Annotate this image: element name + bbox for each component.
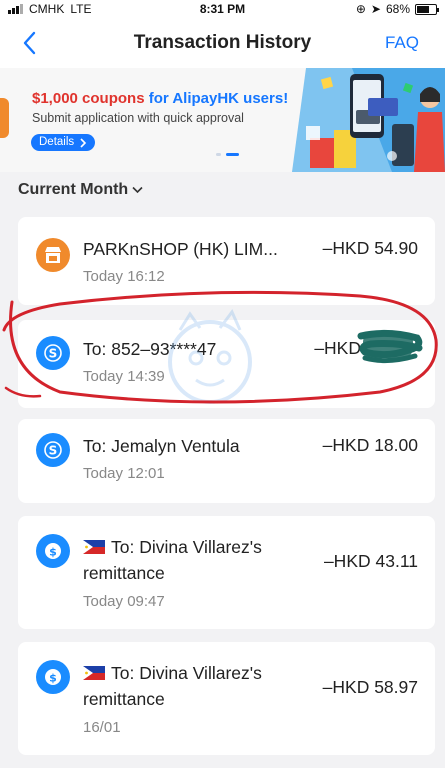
battery-percent: 68%: [385, 2, 410, 16]
svg-text:$: $: [49, 546, 57, 559]
banner-details-label: Details: [39, 136, 75, 148]
transfer-icon: S: [36, 336, 70, 370]
transaction-time: Today 14:39: [83, 368, 165, 385]
transaction-name-line1: To: Divina Villarez's: [111, 663, 262, 683]
remittance-icon: $: [36, 534, 70, 568]
svg-text:$: $: [49, 672, 57, 685]
redaction-scribble: [357, 329, 423, 364]
transaction-amount: –HKD 58.97: [322, 677, 418, 697]
transaction-amount: –HKD: [314, 338, 361, 358]
transaction-amount: –HKD 54.90: [322, 238, 418, 258]
transaction-amount: –HKD 43.11: [323, 551, 418, 571]
status-bar: CMHK LTE 8:31 PM ⊕ ➤ 68%: [0, 0, 445, 18]
status-right: ⊕ ➤ 68%: [355, 2, 439, 16]
transaction-name: To: Divina Villarez's remittance: [83, 660, 262, 712]
transaction-name: PARKnSHOP (HK) LIM...: [83, 239, 278, 259]
page-title: Transaction History: [133, 32, 312, 53]
transfer-icon: S: [36, 433, 70, 467]
location-icon: ➤: [370, 2, 381, 16]
transaction-row[interactable]: $ To: Divina Villarez's remittance –HKD 5…: [18, 642, 435, 755]
transaction-name-line2: remittance: [83, 563, 165, 583]
philippines-flag-icon: [83, 666, 105, 680]
banner-pagination: [216, 153, 239, 156]
month-filter[interactable]: Current Month: [18, 181, 143, 199]
banner-subtitle: Submit application with quick approval: [32, 111, 244, 125]
banner-title-brand: AlipayHK users!: [172, 90, 289, 107]
pagination-dot: [216, 153, 221, 156]
arrow-right-icon: [80, 137, 87, 148]
banner-illustration: [292, 68, 445, 172]
svg-text:S: S: [49, 347, 58, 361]
chevron-down-icon: [132, 186, 143, 194]
nav-bar: Transaction History FAQ: [0, 18, 445, 68]
section-title-label: Current Month: [18, 181, 129, 198]
banner-title-amount: $1,000 coupons: [32, 90, 145, 107]
transaction-name-line1: To: Divina Villarez's: [111, 537, 262, 557]
transaction-row[interactable]: $ To: Divina Villarez's remittance –HKD 4…: [18, 516, 435, 629]
transaction-time: 16/01: [83, 719, 121, 736]
transaction-time: Today 09:47: [83, 593, 165, 610]
svg-text:S: S: [49, 444, 58, 458]
transaction-row[interactable]: S To: Jemalyn Ventula –HKD 18.00 Today 1…: [18, 419, 435, 503]
transaction-name: To: Divina Villarez's remittance: [83, 534, 262, 586]
battery-icon: [415, 3, 439, 15]
banner-title: $1,000 coupons for AlipayHK users!: [32, 90, 288, 107]
promo-banner[interactable]: $1,000 coupons for AlipayHK users! Submi…: [0, 68, 445, 172]
faq-link[interactable]: FAQ: [385, 33, 419, 53]
banner-details-button[interactable]: Details: [31, 134, 96, 151]
banner-title-for: for: [144, 90, 173, 107]
rotation-lock-icon: ⊕: [355, 2, 366, 16]
transaction-row[interactable]: PARKnSHOP (HK) LIM... –HKD 54.90 Today 1…: [18, 217, 435, 305]
shop-icon: [36, 238, 70, 272]
transaction-time: Today 12:01: [83, 465, 165, 482]
transaction-name-line2: remittance: [83, 689, 165, 709]
remittance-icon: $: [36, 660, 70, 694]
transaction-name: To: Jemalyn Ventula: [83, 436, 240, 456]
transaction-amount: –HKD 18.00: [322, 435, 418, 455]
pagination-dot-active: [226, 153, 239, 156]
transaction-name: To: 852–93****47: [83, 339, 217, 359]
banner-prev-edge: [0, 98, 9, 138]
philippines-flag-icon: [83, 540, 105, 554]
transaction-time: Today 16:12: [83, 268, 165, 285]
